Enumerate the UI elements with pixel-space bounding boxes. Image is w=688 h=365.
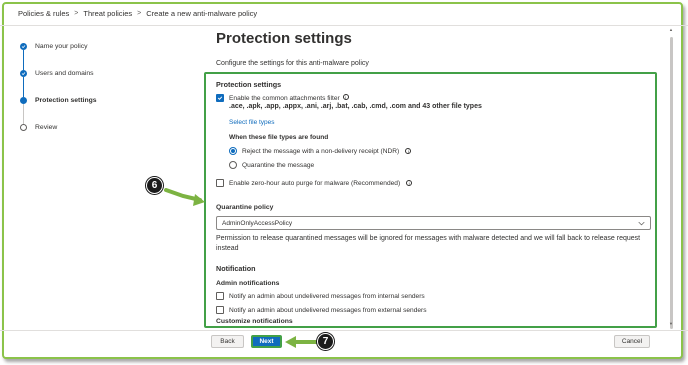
arrowhead-to-form (193, 194, 205, 206)
annotation-arrows (164, 188, 319, 348)
arrowhead-to-next (285, 336, 296, 348)
pending-step-dot-icon (20, 124, 27, 131)
current-step-dot-icon (20, 97, 27, 104)
check-icon (20, 70, 27, 77)
callout-badge-7: 7 (317, 333, 334, 350)
step-connector (23, 77, 24, 97)
step-connector (23, 50, 24, 70)
check-icon (20, 43, 27, 50)
callout-badge-6: 6 (146, 177, 163, 194)
step-connector (23, 104, 24, 124)
